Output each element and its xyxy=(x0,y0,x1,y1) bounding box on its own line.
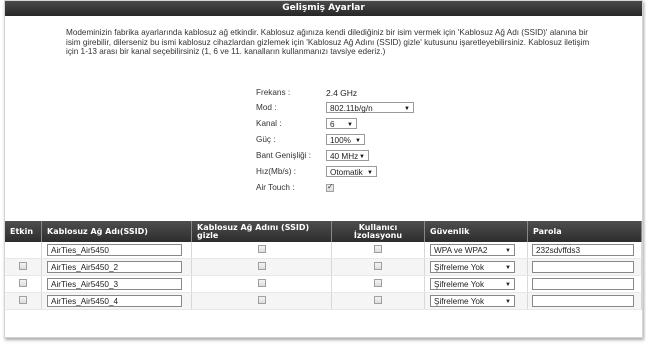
air-touch-checkbox[interactable] xyxy=(326,182,334,192)
isolation-cell xyxy=(331,258,425,276)
security-select[interactable]: WPA ve WPA2 ▼ xyxy=(430,244,515,256)
frequency-label: Frekans : xyxy=(256,88,291,97)
isolation-checkbox[interactable] xyxy=(374,279,382,287)
password-input[interactable] xyxy=(532,261,634,273)
enable-cell xyxy=(5,258,42,276)
security-select[interactable]: Şifreleme Yok ▼ xyxy=(430,295,515,307)
ssid-input[interactable]: AirTies_Air5450_4 xyxy=(47,295,182,307)
ssid-input[interactable]: AirTies_Air5450_2 xyxy=(47,261,182,273)
power-select[interactable]: 100% ▼ xyxy=(326,134,365,145)
chevron-down-icon: ▼ xyxy=(347,122,353,128)
mode-select-value: 802.11b/g/n xyxy=(330,104,373,113)
hide-ssid-checkbox[interactable] xyxy=(257,296,266,304)
security-cell: Şifreleme Yok ▼ xyxy=(424,275,528,293)
security-select[interactable]: Şifreleme Yok ▼ xyxy=(430,261,515,273)
enable-cell xyxy=(5,242,42,259)
table-row: AirTies_Air5450_3 Şifreleme Yok ▼ xyxy=(5,275,642,293)
password-input[interactable]: 232sdvffds3 xyxy=(532,244,634,256)
chevron-down-icon: ▼ xyxy=(505,265,511,271)
hide-ssid-checkbox[interactable] xyxy=(257,245,266,253)
ssid-cell: AirTies_Air5450_4 xyxy=(41,292,192,310)
chevron-down-icon: ▼ xyxy=(505,299,511,305)
channel-select[interactable]: 6 ▼ xyxy=(326,118,357,129)
isolation-cell xyxy=(331,242,425,259)
security-cell: Şifreleme Yok ▼ xyxy=(424,258,528,276)
chevron-down-icon: ▼ xyxy=(359,154,365,160)
col-header-security: Güvenlik xyxy=(424,221,528,242)
bandwidth-label: Bant Genişliği : xyxy=(256,151,312,160)
power-label: Güç : xyxy=(256,135,276,144)
table-row: AirTies_Air5450 WPA ve WPA2 ▼ 232sdvffds3 xyxy=(5,242,642,259)
isolation-checkbox[interactable] xyxy=(374,245,382,253)
hide-ssid-checkbox[interactable] xyxy=(257,279,266,287)
col-header-ssid: Kablosuz Ağ Adı(SSID) xyxy=(41,221,192,242)
air-touch-label: Air Touch : xyxy=(256,183,295,192)
enable-checkbox[interactable] xyxy=(19,262,27,270)
ssid-cell: AirTies_Air5450_2 xyxy=(41,258,192,276)
security-select-value: Şifreleme Yok xyxy=(434,297,485,306)
enable-checkbox[interactable] xyxy=(19,296,27,304)
speed-label: Hız(Mb/s) : xyxy=(256,167,297,176)
col-header-password: Parola xyxy=(527,221,642,242)
security-select-value: WPA ve WPA2 xyxy=(434,246,488,255)
security-cell: WPA ve WPA2 ▼ xyxy=(424,242,528,259)
speed-select-value: Otomatik xyxy=(330,168,363,177)
chevron-down-icon: ▼ xyxy=(505,248,511,254)
security-select[interactable]: Şifreleme Yok ▼ xyxy=(430,278,515,290)
bandwidth-select-value: 40 MHz xyxy=(330,152,359,161)
table-row: AirTies_Air5450_4 Şifreleme Yok ▼ xyxy=(5,292,642,310)
hide-ssid-cell xyxy=(191,242,332,259)
power-select-value: 100% xyxy=(330,136,351,145)
hide-ssid-cell xyxy=(191,275,332,293)
enable-cell xyxy=(5,275,42,293)
chevron-down-icon: ▼ xyxy=(355,138,361,144)
isolation-cell xyxy=(331,292,425,310)
table-row: AirTies_Air5450_2 Şifreleme Yok ▼ xyxy=(5,258,642,276)
password-cell xyxy=(527,258,642,276)
hide-ssid-cell xyxy=(191,258,332,276)
col-header-isolation: Kullanıcı İzolasyonu xyxy=(331,221,425,242)
channel-label: Kanal : xyxy=(256,119,282,128)
advanced-settings-panel: Gelişmiş Ayarlar Modeminizin fabrika aya… xyxy=(4,0,643,338)
isolation-cell xyxy=(331,275,425,293)
security-select-value: Şifreleme Yok xyxy=(434,263,485,272)
chevron-down-icon: ▼ xyxy=(505,282,511,288)
speed-select[interactable]: Otomatik ▼ xyxy=(326,166,377,177)
security-cell: Şifreleme Yok ▼ xyxy=(424,292,528,310)
password-cell xyxy=(527,275,642,293)
mode-label: Mod : xyxy=(256,103,277,112)
ssid-table: Etkin Kablosuz Ağ Adı(SSID) Kablosuz Ağ … xyxy=(5,221,642,310)
bandwidth-select[interactable]: 40 MHz ▼ xyxy=(326,150,369,161)
password-input[interactable] xyxy=(532,278,634,290)
enable-cell xyxy=(5,292,42,310)
ssid-input[interactable]: AirTies_Air5450 xyxy=(47,244,182,256)
frequency-value: 2.4 GHz xyxy=(326,88,358,98)
enable-checkbox[interactable] xyxy=(19,279,27,287)
security-select-value: Şifreleme Yok xyxy=(434,280,485,289)
col-header-enabled: Etkin xyxy=(5,221,42,242)
col-header-hide-ssid: Kablosuz Ağ Adını (SSID) gizle xyxy=(191,221,332,242)
chevron-down-icon: ▼ xyxy=(404,106,410,112)
password-cell: 232sdvffds3 xyxy=(527,242,642,259)
channel-select-value: 6 xyxy=(330,120,335,129)
password-input[interactable] xyxy=(532,295,634,307)
isolation-checkbox[interactable] xyxy=(374,296,382,304)
table-header-row: Etkin Kablosuz Ağ Adı(SSID) Kablosuz Ağ … xyxy=(5,221,642,242)
description-text: Modeminizin fabrika ayarlarında kablosuz… xyxy=(66,28,590,57)
ssid-cell: AirTies_Air5450 xyxy=(41,242,192,259)
chevron-down-icon: ▼ xyxy=(367,170,373,176)
password-cell xyxy=(527,292,642,310)
hide-ssid-checkbox[interactable] xyxy=(257,262,266,270)
ssid-cell: AirTies_Air5450_3 xyxy=(41,275,192,293)
isolation-checkbox[interactable] xyxy=(374,262,382,270)
hide-ssid-cell xyxy=(191,292,332,310)
ssid-input[interactable]: AirTies_Air5450_3 xyxy=(47,278,182,290)
mode-select[interactable]: 802.11b/g/n ▼ xyxy=(326,102,414,113)
page-title: Gelişmiş Ayarlar xyxy=(5,1,642,16)
